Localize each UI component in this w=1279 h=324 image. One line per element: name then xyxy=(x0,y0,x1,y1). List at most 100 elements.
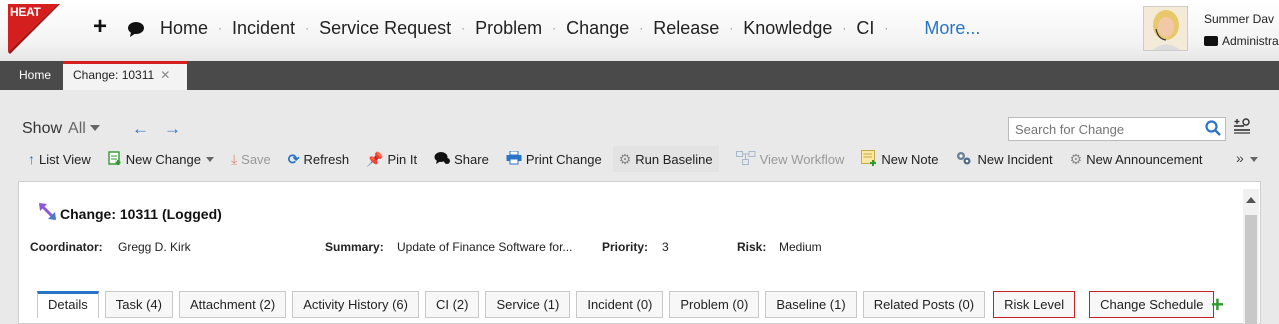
tab-change-10311[interactable]: Change: 10311 ✕ xyxy=(63,61,187,90)
heat-logo[interactable]: HEAT xyxy=(8,4,60,54)
search-icon[interactable] xyxy=(1205,120,1221,141)
chat-icon[interactable] xyxy=(127,17,145,43)
new-incident-button[interactable]: New Incident xyxy=(955,146,1053,172)
nav-service-request[interactable]: Service Request xyxy=(319,18,451,39)
search-field[interactable] xyxy=(1008,117,1226,141)
nav-change[interactable]: Change xyxy=(566,18,629,39)
nav-separator: · xyxy=(305,21,310,35)
new-document-icon xyxy=(108,150,122,168)
new-announcement-label: New Announcement xyxy=(1086,151,1203,167)
print-change-button[interactable]: Print Change xyxy=(506,146,602,172)
chevron-down-icon xyxy=(205,156,214,162)
top-navigation-bar: HEAT + Home · Incident · Service Request… xyxy=(0,0,1279,61)
nav-more[interactable]: More... xyxy=(924,18,980,39)
tab-task[interactable]: Task (4) xyxy=(104,291,173,318)
share-button[interactable]: Share xyxy=(434,146,489,172)
download-icon: ⤓ xyxy=(230,150,238,167)
nav-incident[interactable]: Incident xyxy=(232,18,295,39)
add-tab-plus-icon[interactable]: + xyxy=(1211,292,1224,318)
tab-risk-level[interactable]: Risk Level xyxy=(993,291,1076,318)
tab-baseline[interactable]: Baseline (1) xyxy=(765,291,857,318)
save-button[interactable]: ⤓ Save xyxy=(231,146,271,172)
next-arrow-icon[interactable]: → xyxy=(164,119,181,139)
note-icon xyxy=(861,149,877,169)
summary-label: Summary: xyxy=(325,240,384,254)
tab-activity-history[interactable]: Activity History (6) xyxy=(292,291,419,318)
show-value: All xyxy=(68,120,86,137)
workflow-icon xyxy=(735,150,756,168)
nav-separator: · xyxy=(639,21,644,35)
view-workflow-label: View Workflow xyxy=(759,151,845,167)
run-baseline-label: Run Baseline xyxy=(635,151,713,167)
briefcase-icon xyxy=(1204,36,1218,46)
view-workflow-button[interactable]: View Workflow xyxy=(735,146,845,172)
tab-details[interactable]: Details xyxy=(37,291,99,318)
tab-ci[interactable]: CI (2) xyxy=(424,291,480,318)
nav-home[interactable]: Home xyxy=(160,18,208,39)
logo-text: HEAT xyxy=(10,5,41,19)
coordinator-value[interactable]: Gregg D. Kirk xyxy=(118,240,191,254)
tab-incident[interactable]: Incident (0) xyxy=(576,291,664,318)
tab-label: Change: 10311 xyxy=(73,68,155,82)
share-label: Share xyxy=(454,151,489,167)
tab-service[interactable]: Service (1) xyxy=(485,291,571,318)
risk-value[interactable]: Medium xyxy=(779,240,822,254)
scrollbar[interactable] xyxy=(1243,189,1259,324)
user-role-label: Administra xyxy=(1222,34,1279,48)
new-change-button[interactable]: New Change xyxy=(108,146,214,172)
printer-icon xyxy=(506,150,522,168)
nav-separator: · xyxy=(461,21,466,35)
pin-it-label: Pin It xyxy=(387,151,418,167)
close-icon[interactable]: ✕ xyxy=(160,68,170,82)
pin-it-button[interactable]: 📌 Pin It xyxy=(366,146,417,172)
refresh-icon: ⟳ xyxy=(287,150,300,167)
new-change-label: New Change xyxy=(125,151,201,167)
more-actions-button[interactable]: » xyxy=(1236,150,1258,166)
refresh-label: Refresh xyxy=(303,151,350,167)
user-avatar[interactable] xyxy=(1143,6,1188,51)
arrow-up-icon: ↑ xyxy=(28,151,35,167)
advanced-search-icon[interactable] xyxy=(1234,118,1252,139)
incident-gear-icon xyxy=(955,150,973,169)
nav-release[interactable]: Release xyxy=(653,18,719,39)
previous-arrow-icon[interactable]: ← xyxy=(132,119,149,139)
nav-separator: · xyxy=(552,21,557,35)
gear-icon: ⚙ xyxy=(1069,150,1083,167)
pin-icon: 📌 xyxy=(366,150,384,167)
nav-separator: · xyxy=(218,21,223,35)
share-chat-icon xyxy=(434,151,451,168)
nav-separator: · xyxy=(729,21,734,35)
tab-attachment[interactable]: Attachment (2) xyxy=(178,291,287,318)
record-title-text: Change: 10311 (Logged) xyxy=(60,205,222,222)
coordinator-label: Coordinator: xyxy=(30,240,103,254)
nav-ci[interactable]: CI xyxy=(856,18,874,39)
show-filter[interactable]: Show All xyxy=(22,120,100,138)
nav-separator: · xyxy=(842,21,847,35)
user-role[interactable]: Administra xyxy=(1204,34,1279,48)
double-chevron-icon: » xyxy=(1236,150,1244,166)
gear-icon: ⚙ xyxy=(618,150,632,167)
scroll-up-icon[interactable] xyxy=(1246,197,1256,203)
show-label: Show xyxy=(22,120,63,137)
tab-home[interactable]: Home xyxy=(9,66,61,84)
chevron-down-icon xyxy=(89,125,100,131)
save-label: Save xyxy=(241,151,271,167)
new-note-button[interactable]: New Note xyxy=(861,146,938,172)
scroll-thumb[interactable] xyxy=(1245,215,1257,324)
refresh-button[interactable]: ⟳ Refresh xyxy=(288,146,349,172)
summary-value[interactable]: Update of Finance Software for... xyxy=(397,240,572,254)
nav-problem[interactable]: Problem xyxy=(475,18,542,39)
nav-knowledge[interactable]: Knowledge xyxy=(743,18,832,39)
main-nav: Home · Incident · Service Request · Prob… xyxy=(160,0,980,56)
search-input[interactable] xyxy=(1009,118,1199,140)
change-record-icon xyxy=(38,202,58,225)
tab-related-posts[interactable]: Related Posts (0) xyxy=(862,291,986,318)
tab-problem[interactable]: Problem (0) xyxy=(669,291,760,318)
priority-value[interactable]: 3 xyxy=(662,240,669,254)
new-announcement-button[interactable]: ⚙ New Announcement xyxy=(1070,146,1203,172)
plus-icon[interactable]: + xyxy=(93,13,107,41)
tab-change-schedule[interactable]: Change Schedule xyxy=(1089,291,1215,318)
user-name[interactable]: Summer Dav xyxy=(1204,12,1274,26)
list-view-button[interactable]: ↑ List View xyxy=(28,146,91,172)
run-baseline-button[interactable]: ⚙ Run Baseline xyxy=(612,146,719,172)
